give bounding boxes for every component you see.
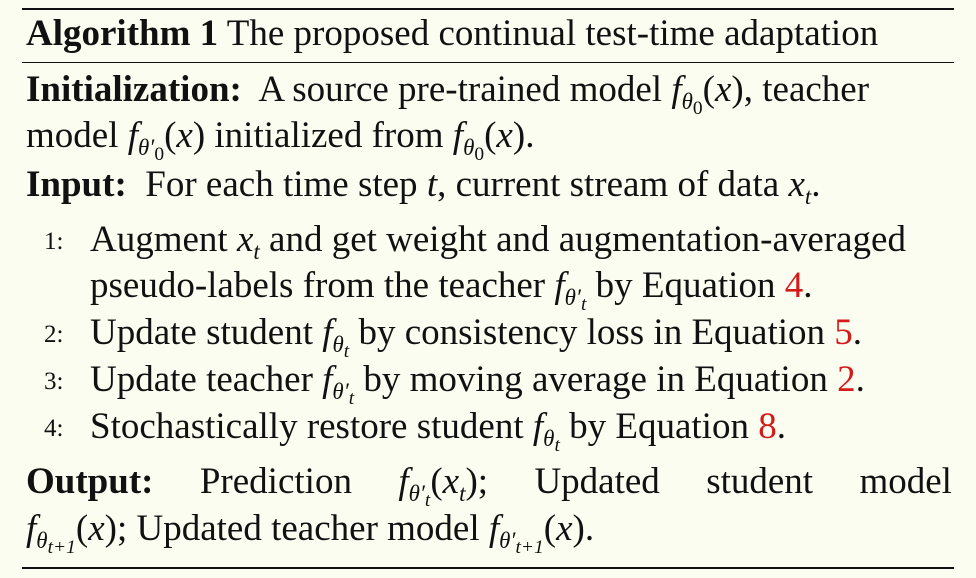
step-text: by moving average in Equation [363,359,828,400]
input-text: . [811,164,821,205]
step-text: by Equation [595,265,776,306]
formula-f-thetat: fθt [532,406,560,456]
input-text: For each time step [145,164,418,205]
equation-reference-link[interactable]: 4 [785,265,804,306]
formula-f-thetatprime: fθ′t [322,359,355,409]
output-text: ; Updated teacher model [116,508,480,549]
formula-x-t: xt [788,164,812,210]
input-text: , current stream of data [437,164,780,205]
step-text: . [803,265,813,306]
formula-x-t: xt [236,219,260,265]
initialization-text: , teacher [743,69,870,110]
output-text: . [584,508,595,549]
top-rule [22,8,954,10]
formula-f-thetat: fθt [322,312,350,362]
output-text: Updated [534,461,660,502]
formula-f-theta0-x: fθ0(x) [452,115,526,165]
equation-reference-link[interactable]: 2 [837,359,856,400]
output-line-2: fθt+1(x); Updated teacher model fθ′t+1(x… [26,507,595,558]
initialization-line-1: Initialization: A source pre-trained mod… [26,68,870,119]
step-1-line-2: pseudo-labels from the teacher fθ′t by E… [90,264,813,315]
step-text: Augment [90,219,228,260]
equation-reference-link[interactable]: 5 [834,312,853,353]
step-text: by Equation [569,406,749,447]
step-number: 1: [44,228,64,255]
step-text: . [852,312,863,353]
algorithm-title: The proposed continual test-time adaptat… [226,13,879,54]
initialization-line-2: model fθ′0(x) initialized from fθ0(x). [26,114,535,165]
step-text: and get weight and augmentation-averaged [269,219,906,260]
initialization-text: . [525,115,535,156]
initialization-text: A source pre-trained model [258,69,663,110]
algorithm-caption: Algorithm 1 The proposed continual test-… [26,12,878,56]
caption-rule [22,62,954,63]
step-3-line: Update teacher fθ′t by moving average in… [90,358,865,409]
step-text: . [776,406,786,447]
step-number: 2: [44,321,64,348]
output-label: Output: [26,461,154,502]
output-line-1: Output: Prediction fθ′t(xt); Updated stu… [26,460,952,511]
formula-f-theta-t-plus-1-x: fθt+1(x) [26,508,117,558]
output-text: Prediction [199,461,352,502]
var-t: t [426,164,438,205]
step-text: Update student [90,312,313,353]
input-label: Input: [26,164,127,205]
output-text: model [859,461,952,502]
bottom-rule [22,567,954,569]
algorithm-block: Algorithm 1 The proposed continual test-… [0,0,976,578]
step-text: Update teacher [90,359,313,400]
step-1-line-1: Augment xt and get weight and augmentati… [90,218,906,265]
step-4-line: Stochastically restore student fθt by Eq… [90,405,786,456]
step-number: 4: [44,415,64,442]
step-text: Stochastically restore student [90,406,524,447]
initialization-text: model [26,115,119,156]
step-text: . [855,359,865,400]
formula-f-thetatprime: fθ′t [554,265,587,315]
algorithm-label: Algorithm 1 [26,13,219,54]
step-number: 3: [44,368,64,395]
initialization-label: Initialization: [26,69,242,110]
output-prediction: fθ′t(xt); [398,461,489,511]
formula-f-theta0prime-x: fθ′0(x) [127,115,206,165]
formula-f-theta0-x: fθ0(x) [671,69,744,119]
step-text: pseudo-labels from the teacher [90,265,546,306]
formula-f-thetaprime-t-plus-1-x: fθ′t+1(x) [488,508,585,558]
initialization-text: initialized from [214,115,444,156]
output-text: student [706,461,814,502]
output-text: ; [477,461,489,502]
equation-reference-link[interactable]: 8 [758,406,777,447]
input-line: Input: For each time step t, current str… [26,163,821,210]
step-text: by consistency loss in Equation [358,312,826,353]
step-2-line: Update student fθt by consistency loss i… [90,311,863,362]
